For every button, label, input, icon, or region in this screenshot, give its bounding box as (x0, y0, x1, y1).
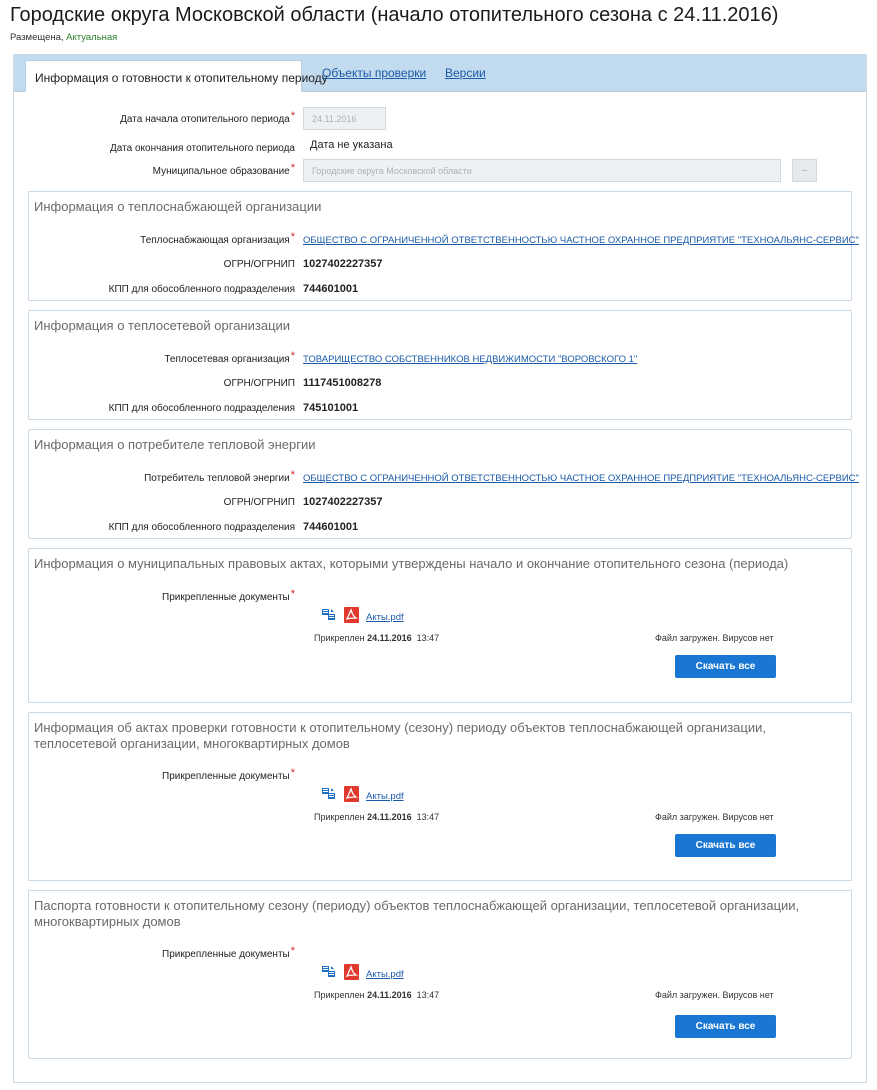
heat-supply-kpp-label: КПП для обособленного подразделения (108, 284, 295, 295)
attached-info: Прикреплен 24.11.2016 13:47 (314, 812, 440, 822)
attached-info: Прикреплен 24.11.2016 13:47 (314, 990, 440, 1000)
attached-time: 13:47 (416, 990, 440, 1000)
end-date-value: Дата не указана (310, 139, 393, 151)
attached-date: 24.11.2016 (367, 990, 412, 1000)
file-status: Файл загружен. Вирусов нет (655, 990, 774, 1000)
attached-info: Прикреплен 24.11.2016 13:47 (314, 633, 440, 643)
page-title: Городские округа Московской области (нач… (10, 4, 779, 26)
heat-supply-org-label: Теплоснабжающая организация* (140, 231, 295, 246)
heat-supply-ogrn-label: ОГРН/ОГРНИП (223, 259, 295, 270)
tab-inspection-objects[interactable]: Объекты проверки (322, 66, 426, 80)
heat-network-kpp-label: КПП для обособленного подразделения (108, 403, 295, 414)
pdf-icon[interactable] (344, 786, 359, 802)
start-date-label: Дата начала отопительного периода* (120, 110, 295, 125)
heat-supply-ogrn-value: 1027402227357 (303, 258, 383, 270)
file-info-icon[interactable] (322, 965, 336, 979)
consumer-kpp-label: КПП для обособленного подразделения (108, 522, 295, 533)
end-date-label: Дата окончания отопительного периода (110, 143, 295, 154)
heat-network-org-label: Теплосетевая организация* (164, 350, 295, 365)
tab-versions[interactable]: Версии (445, 66, 486, 80)
section-title: Информация об актах проверки готовности … (34, 720, 766, 751)
municipality-label: Муниципальное образование* (152, 162, 295, 177)
attached-docs-label: Прикрепленные документы* (162, 767, 295, 782)
attached-time: 13:47 (416, 633, 440, 643)
attached-docs-label: Прикрепленные документы* (162, 588, 295, 603)
heat-network-ogrn-value: 1117451008278 (303, 377, 382, 389)
section-title: Информация о теплосетевой организации (34, 318, 291, 333)
tab-readiness-info[interactable]: Информация о готовности к отопительному … (25, 60, 328, 92)
pdf-icon[interactable] (344, 607, 359, 623)
consumer-kpp-value: 744601001 (303, 521, 359, 533)
main-card: Информация о готовности к отопительному … (13, 54, 867, 1083)
heat-supply-kpp-value: 744601001 (303, 283, 359, 295)
download-all-button[interactable]: Скачать все (675, 655, 776, 678)
section-title: Информация о муниципальных правовых акта… (34, 556, 789, 571)
heat-supply-org-link[interactable]: ОБЩЕСТВО С ОГРАНИЧЕННОЙ ОТВЕТСТВЕННОСТЬЮ… (303, 235, 859, 246)
file-link[interactable]: Акты.pdf (366, 791, 404, 802)
tab-bar: Информация о готовности к отопительному … (14, 55, 866, 92)
pdf-icon[interactable] (344, 964, 359, 980)
file-status: Файл загружен. Вирусов нет (655, 633, 774, 643)
status-actual: Актуальная (66, 32, 118, 43)
consumer-org-label: Потребитель тепловой энергии* (144, 469, 295, 484)
municipality-select-button[interactable]: .. (792, 159, 817, 182)
consumer-section: Информация о потребителе тепловой энерги… (28, 429, 859, 539)
consumer-ogrn-label: ОГРН/ОГРНИП (223, 497, 295, 508)
attached-time: 13:47 (416, 812, 440, 822)
inspection-acts-section: Информация об актах проверки готовности … (28, 712, 852, 881)
attached-date: 24.11.2016 (367, 812, 412, 822)
heat-network-kpp-value: 745101001 (303, 402, 359, 414)
consumer-ogrn-value: 1027402227357 (303, 496, 383, 508)
file-link[interactable]: Акты.pdf (366, 612, 404, 623)
start-date-input[interactable]: 24.11.2016 (303, 107, 386, 130)
legal-acts-section: Информация о муниципальных правовых акта… (28, 548, 852, 703)
section-title: Информация о потребителе тепловой энерги… (34, 437, 316, 452)
download-all-button[interactable]: Скачать все (675, 1015, 776, 1038)
file-info-icon[interactable] (322, 787, 336, 801)
attached-date: 24.11.2016 (367, 633, 412, 643)
status-placed: Размещена, (10, 32, 64, 43)
download-all-button[interactable]: Скачать все (675, 834, 776, 857)
consumer-org-link[interactable]: ОБЩЕСТВО С ОГРАНИЧЕННОЙ ОТВЕТСТВЕННОСТЬЮ… (303, 473, 859, 484)
passports-section: Паспорта готовности к отопительному сезо… (28, 890, 852, 1059)
heat-network-section: Информация о теплосетевой организации Те… (28, 310, 852, 420)
heat-supply-section: Информация о теплоснабжающей организации… (28, 191, 859, 301)
heat-network-org-link[interactable]: ТОВАРИЩЕСТВО СОБСТВЕННИКОВ НЕДВИЖИМОСТИ … (303, 354, 637, 365)
file-info-icon[interactable] (322, 608, 336, 622)
attached-docs-label: Прикрепленные документы* (162, 945, 295, 960)
section-title: Информация о теплоснабжающей организации (34, 199, 322, 214)
file-status: Файл загружен. Вирусов нет (655, 812, 774, 822)
heat-network-ogrn-label: ОГРН/ОГРНИП (223, 378, 295, 389)
section-title: Паспорта готовности к отопительному сезо… (34, 898, 800, 929)
municipality-input[interactable]: Городские округа Московской области (303, 159, 781, 182)
status-line: Размещена, Актуальная (10, 32, 117, 43)
file-link[interactable]: Акты.pdf (366, 969, 404, 980)
